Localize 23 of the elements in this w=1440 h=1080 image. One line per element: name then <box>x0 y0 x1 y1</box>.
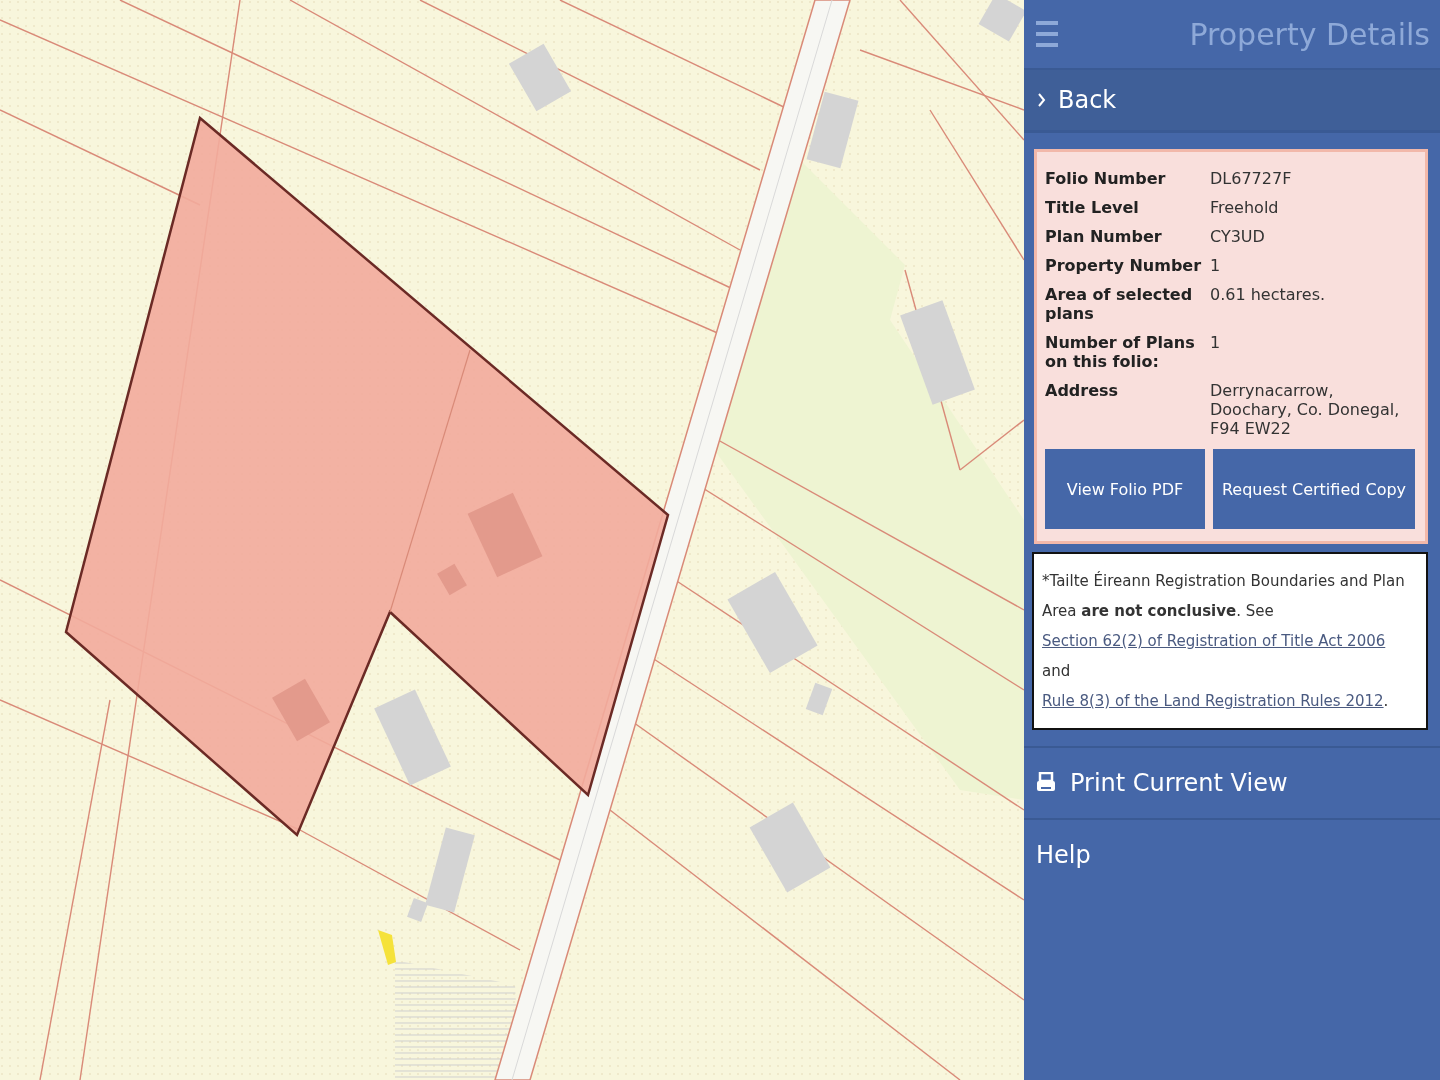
detail-label: Folio Number <box>1045 169 1167 188</box>
detail-value: Derrynacarrow, Doochary, Co. Donegal, F94 EW22 <box>1210 381 1401 438</box>
detail-value: 1 <box>1210 333 1221 354</box>
detail-label: Title Level <box>1045 198 1140 217</box>
rule-link[interactable]: Rule 8(3) of the Land Registration Rules 2012 <box>1042 692 1384 710</box>
back-link[interactable]: Back <box>1024 70 1440 133</box>
detail-value: CY3UD <box>1210 227 1265 246</box>
request-copy-button[interactable]: Request Certified Copy <box>1213 449 1415 529</box>
detail-label: Address <box>1045 381 1120 402</box>
detail-value: DL67727F <box>1210 169 1292 188</box>
detail-value: 0.61 hectares. <box>1210 285 1326 306</box>
disclaimer-text: *Tailte Éireann Registration Boundaries and Plan Area are not conclusive. See Section 62(2) of Registration of Title Act 2006 and Rule 8(3) of the Land Registration Rules 2012. <box>1042 570 1406 712</box>
detail-label: Property Number <box>1045 256 1203 275</box>
detail-label: Number of Plans on this folio: <box>1045 333 1196 371</box>
print-menu-item[interactable]: Print Current View <box>1024 746 1440 818</box>
section-link[interactable]: Section 62(2) of Registration of Title Act 2006 <box>1042 632 1386 650</box>
detail-value: 1 <box>1210 256 1221 275</box>
detail-value: Freehold <box>1210 198 1279 217</box>
panel-title: Property Details <box>1189 16 1430 52</box>
help-menu-item[interactable]: Help <box>1024 818 1440 890</box>
detail-label: Area of selected plans <box>1045 285 1194 323</box>
view-pdf-button[interactable]: View Folio PDF <box>1045 449 1205 529</box>
detail-label: Plan Number <box>1045 227 1163 246</box>
